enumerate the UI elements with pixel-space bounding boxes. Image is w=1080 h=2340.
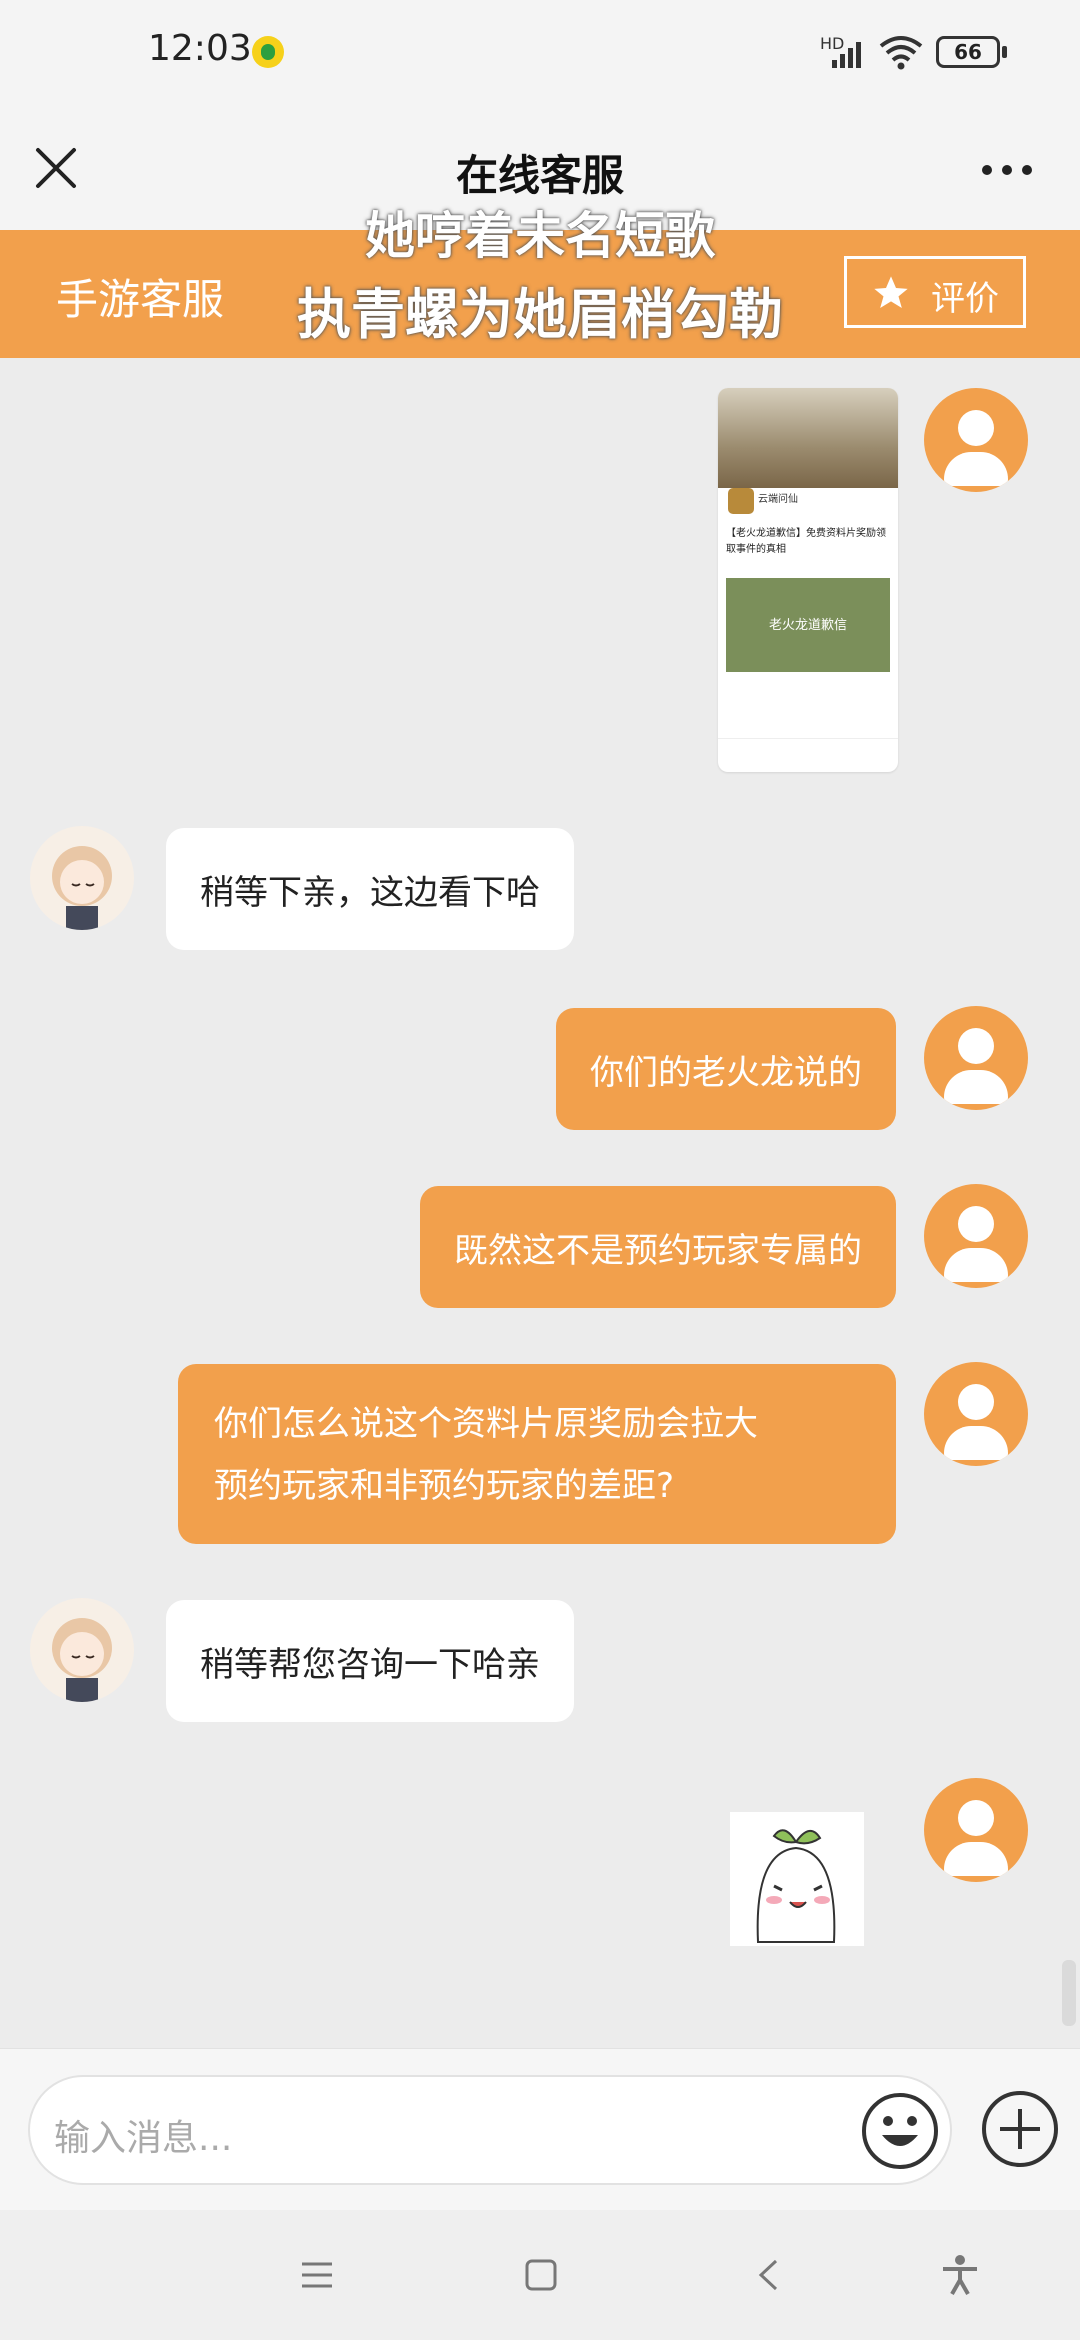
lyrics-line-2: 执青螺为她眉梢勾勒: [297, 283, 783, 346]
screenshot-headline: 【老火龙道歉信】免费资料片奖励领取事件的真相: [726, 528, 886, 555]
screenshot-image-text: 老火龙道歉信: [768, 618, 847, 633]
message-bubble: 既然这不是预约玩家专属的: [420, 1186, 896, 1308]
screenshot-game-title: 云端问仙: [758, 494, 798, 505]
chat-list[interactable]: 云端问仙 【老火龙道歉信】免费资料片奖励领取事件的真相 老火龙道歉信 稍等下亲，…: [0, 358, 1080, 2048]
sticker-image[interactable]: [730, 1812, 864, 1946]
message-line: 你们怎么说这个资料片原奖励会拉大: [214, 1404, 758, 1444]
message-bubble: 你们的老火龙说的: [556, 1008, 896, 1130]
home-icon[interactable]: [524, 2258, 558, 2296]
message-bubble: 稍等帮您咨询一下哈亲: [166, 1600, 574, 1722]
user-avatar[interactable]: [924, 1362, 1028, 1466]
game-icon: [728, 488, 754, 514]
user-avatar[interactable]: [924, 1006, 1028, 1110]
back-icon[interactable]: [756, 2258, 780, 2296]
battery-icon: 66: [936, 36, 1000, 68]
agent-avatar[interactable]: [30, 1598, 134, 1702]
shared-screenshot[interactable]: 云端问仙 【老火龙道歉信】免费资料片奖励领取事件的真相 老火龙道歉信: [718, 388, 898, 772]
page-title: 在线客服: [455, 151, 624, 200]
scrollbar[interactable]: [1062, 1960, 1076, 2026]
wifi-icon: [878, 34, 924, 74]
user-avatar[interactable]: [924, 1184, 1028, 1288]
message-input[interactable]: 输入消息...: [28, 2075, 952, 2185]
message-bubble: 你们怎么说这个资料片原奖励会拉大 预约玩家和非预约玩家的差距?: [178, 1364, 896, 1544]
user-avatar[interactable]: [924, 1778, 1028, 1882]
emoji-icon[interactable]: [860, 2091, 940, 2175]
more-icon[interactable]: [980, 162, 1036, 176]
user-avatar[interactable]: [924, 388, 1028, 492]
battery-level: 66: [954, 40, 982, 64]
accessibility-icon[interactable]: [940, 2254, 980, 2300]
signal-icon: [830, 38, 864, 74]
screenshot-banner-image: 老火龙道歉信: [726, 578, 890, 672]
message-composer: 输入消息...: [0, 2048, 1080, 2211]
message-input-placeholder: 输入消息...: [54, 2118, 233, 2159]
music-app-icon: [252, 36, 284, 68]
agent-avatar[interactable]: [30, 826, 134, 930]
message-bubble: 稍等下亲，这边看下哈: [166, 828, 574, 950]
status-bar: 12:03 HD 66: [0, 0, 1080, 110]
status-time: 12:03: [148, 28, 252, 69]
screenshot-footer: [718, 738, 898, 772]
lyrics-line-1: 她哼着未名短歌: [365, 207, 715, 265]
battery-tip: [1002, 46, 1007, 58]
menu-icon[interactable]: [300, 2260, 334, 2294]
message-line: 预约玩家和非预约玩家的差距?: [214, 1466, 675, 1506]
add-icon[interactable]: [980, 2089, 1060, 2173]
system-nav-bar: [0, 2210, 1080, 2340]
screenshot-scenery: [718, 388, 898, 488]
